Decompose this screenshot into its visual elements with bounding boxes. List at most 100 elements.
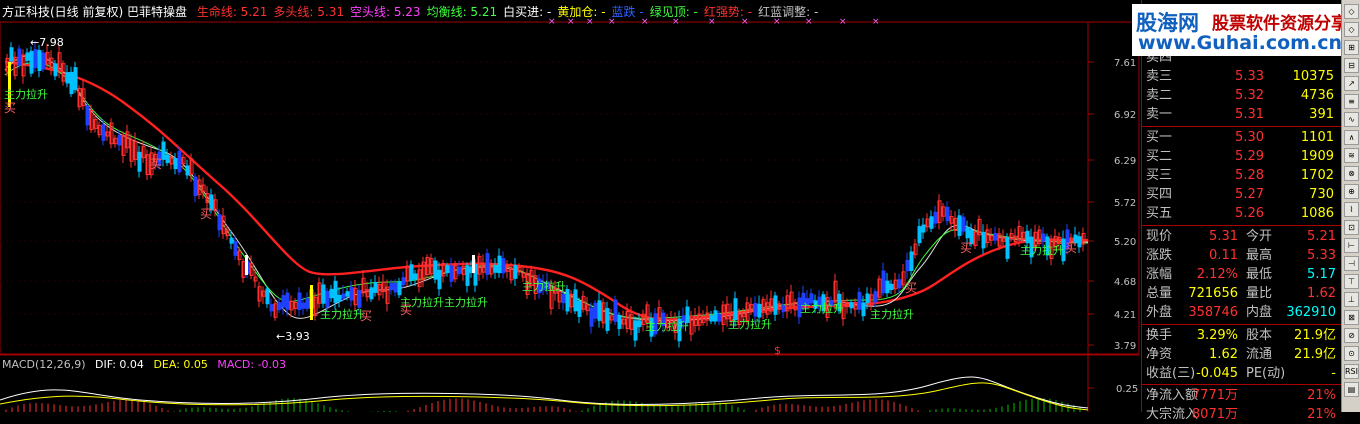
stat-row: 涨跌 0.11 最高 5.33	[1146, 246, 1338, 265]
signal-x-icon: ×	[839, 17, 847, 27]
candle-body	[329, 288, 334, 299]
toolbar-button-11[interactable]: ⌇	[1344, 202, 1359, 217]
candle-body	[613, 299, 618, 322]
candle-body	[325, 291, 330, 308]
candle-body	[409, 264, 414, 281]
fund-value: -0.045	[1196, 366, 1238, 381]
buy-label: 买四	[1146, 187, 1173, 202]
candle-body	[433, 260, 438, 280]
sell-label: 卖二	[1146, 88, 1173, 103]
buy-volume: 730	[1309, 187, 1334, 202]
logo-slogan: 股票软件资源分享	[1212, 14, 1348, 34]
candle-body	[577, 300, 582, 317]
candle-body	[1005, 237, 1010, 259]
candle-body	[29, 50, 34, 74]
toolbar-button-2[interactable]: ⊞	[1344, 40, 1359, 55]
fund-label: 股本	[1246, 328, 1273, 343]
candle-body	[905, 259, 910, 272]
candle-body	[17, 48, 22, 66]
toolbar-button-15[interactable]: ⊤	[1344, 274, 1359, 289]
fund-label: 流通	[1246, 347, 1273, 362]
candle-body	[961, 216, 966, 232]
macd-dif: DIF: 0.04	[95, 358, 144, 371]
price-tick-label: 6.29	[1114, 156, 1136, 167]
sell-label: 卖三	[1146, 69, 1173, 84]
candle-body	[753, 303, 758, 317]
toolbar-button-18[interactable]: ⊘	[1344, 328, 1359, 343]
candle-body	[885, 280, 890, 294]
buy-label: 买二	[1146, 149, 1173, 164]
toolbar-button-4[interactable]: ↗	[1344, 76, 1359, 91]
toolbar-button-0[interactable]: ◇	[1344, 4, 1359, 19]
toolbar-button-5[interactable]: ≡	[1344, 94, 1359, 109]
sell-volume: 391	[1309, 107, 1334, 122]
toolbar-button-16[interactable]: ⊥	[1344, 292, 1359, 307]
buy-price: 5.26	[1235, 206, 1264, 221]
candle-body	[561, 294, 566, 304]
candle-body	[1077, 236, 1082, 248]
toolbar-button-6[interactable]: ∿	[1344, 112, 1359, 127]
candle-body	[857, 292, 862, 310]
candle-body	[277, 302, 282, 310]
sell-row: 卖三 5.33 10375	[1146, 67, 1338, 86]
buy-volume: 1086	[1300, 206, 1334, 221]
candle-body	[53, 63, 58, 77]
candle-body	[861, 302, 866, 317]
stat-row: 现价 5.31 今开 5.21	[1146, 227, 1338, 246]
flow-amount: 7771万	[1191, 388, 1238, 403]
signal-x-icon: ×	[872, 17, 880, 27]
candle-body	[593, 302, 598, 319]
toolbar-button-20[interactable]: RSI	[1344, 364, 1359, 379]
buy-signal: 买	[905, 281, 917, 295]
buy-volume: 1909	[1300, 149, 1334, 164]
candle-body	[33, 49, 38, 68]
stat-label: 现价	[1146, 229, 1173, 244]
candle-body	[85, 105, 90, 126]
toolbar-button-14[interactable]: ⊣	[1344, 256, 1359, 271]
toolbar-button-21[interactable]: ▤	[1344, 382, 1359, 397]
buy-label: 买五	[1146, 206, 1173, 221]
flow-amount: 8071万	[1191, 407, 1238, 422]
candle-body	[41, 52, 46, 70]
toolbar-button-19[interactable]: ⊙	[1344, 346, 1359, 361]
indicator-0: 生命线: 5.21	[196, 5, 268, 19]
candle-body	[165, 154, 170, 163]
indicator-7: 绿见顶: -	[649, 5, 698, 19]
rally-signal: 主力拉升	[400, 295, 444, 309]
kline-chart[interactable]: 7.61 6.92 6.29 5.72 5.20 4.68 4.21 3.79 ←7.98 ←3.…	[0, 0, 1140, 412]
buy-price: 5.29	[1235, 149, 1264, 164]
candle-body	[265, 288, 270, 305]
signal-bar	[472, 255, 475, 273]
toolbar-button-3[interactable]: ⊟	[1344, 58, 1359, 73]
candle-body	[193, 176, 198, 197]
candle-body	[389, 283, 394, 291]
candle-body	[993, 233, 998, 241]
candle-body	[233, 241, 238, 256]
toolbar-button-10[interactable]: ⊕	[1344, 184, 1359, 199]
macd-dea: DEA: 0.05	[153, 358, 208, 371]
price-tick-label: 6.92	[1114, 110, 1136, 121]
toolbar-button-12[interactable]: ⊡	[1344, 220, 1359, 235]
toolbar-button-1[interactable]: ◇	[1344, 22, 1359, 37]
toolbar-button-8[interactable]: ≋	[1344, 148, 1359, 163]
candle-body	[493, 265, 498, 273]
toolbar-button-17[interactable]: ⊠	[1344, 310, 1359, 325]
stat-value: 5.33	[1307, 248, 1336, 263]
toolbar-button-9[interactable]: ⊗	[1344, 166, 1359, 181]
chart-title: 方正科技(日线 前复权) 巴菲特操盘	[2, 5, 187, 19]
fund-row: 净资 1.62 流通 21.9亿	[1146, 345, 1338, 364]
toolbar-button-7[interactable]: ∧	[1344, 130, 1359, 145]
buy-row: 买三 5.28 1702	[1146, 166, 1338, 185]
candle-body	[497, 255, 502, 274]
candle-body	[101, 124, 106, 141]
sell-row: 卖二 5.32 4736	[1146, 86, 1338, 105]
buy-signal: 买	[150, 157, 162, 171]
candle-body	[465, 265, 470, 286]
candle-body	[373, 282, 378, 293]
candle-body	[513, 265, 518, 279]
signal-bar	[310, 285, 313, 320]
toolbar-button-13[interactable]: ⊢	[1344, 238, 1359, 253]
buy-label: 买三	[1146, 168, 1173, 183]
quote-divider	[1142, 126, 1342, 127]
quote-panel: 卖四 卖三 5.33 10375 卖二 5.32 4736 卖一 5.31 391 买一 5.30 11…	[1141, 0, 1342, 422]
